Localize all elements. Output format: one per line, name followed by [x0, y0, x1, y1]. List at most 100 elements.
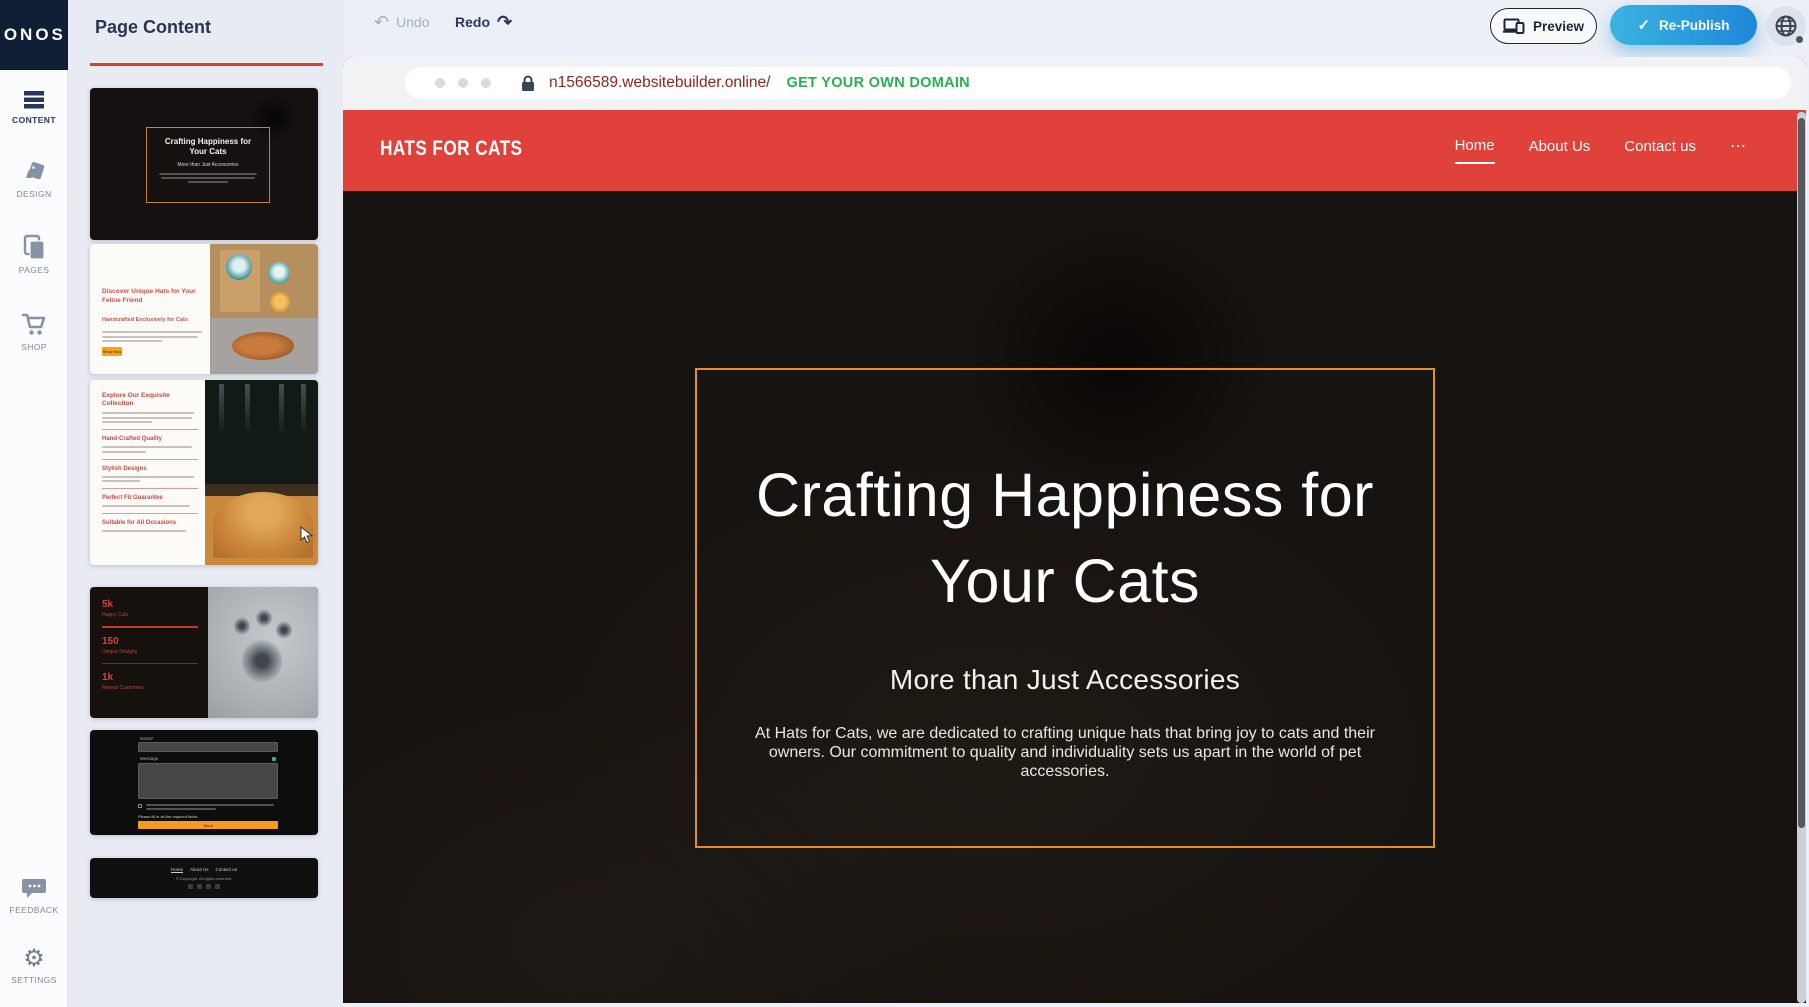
- ionos-logo-text: IONOS: [0, 25, 66, 45]
- thumb-collection-text: Explore Our Exquisite Collection Hand-Cr…: [102, 392, 198, 532]
- sidebar-item-label: SHOP: [21, 342, 47, 352]
- sidebar-item-pages[interactable]: PAGES: [0, 234, 68, 275]
- sidebar-item-content[interactable]: CONTENT: [0, 90, 68, 125]
- sidebar-item-label: DESIGN: [17, 189, 52, 199]
- site-url: n1566589.websitebuilder.online/: [549, 74, 770, 92]
- thumb-collection-item: Hand-Crafted Quality: [102, 436, 198, 442]
- left-rail: IONOS CONTENT DESIGN PAGES: [0, 0, 68, 1007]
- content-icon: [23, 90, 45, 110]
- design-icon: [22, 160, 46, 184]
- nav-more-icon[interactable]: ⋯: [1730, 136, 1746, 164]
- browser-chrome-bar: n1566589.websitebuilder.online/ GET YOUR…: [343, 57, 1806, 110]
- hero-text-block-selected[interactable]: Crafting Happiness for Your Cats More th…: [695, 368, 1435, 848]
- page-content-panel: Page Content Crafting Happiness for Your…: [68, 0, 343, 1007]
- thumb-form-consent-checkbox: [138, 804, 142, 808]
- nav-item-home[interactable]: Home: [1455, 137, 1495, 164]
- section-thumbnail-hero[interactable]: Crafting Happiness for Your Cats More th…: [90, 88, 318, 240]
- thumb-hero-title: Crafting Happiness for Your Cats: [156, 137, 260, 157]
- thumb-discover-text: Discover Unique Hats for Your Feline Fri…: [102, 288, 206, 342]
- thumb-collection-item: Suitable for All Occasions: [102, 520, 198, 526]
- stat-value: 1k: [102, 672, 198, 683]
- thumb-form-name-input: [138, 742, 278, 752]
- site-hero-section: Crafting Happiness for Your Cats More th…: [343, 191, 1806, 1003]
- sidebar-item-label: PAGES: [19, 265, 50, 275]
- sidebar-item-label: FEEDBACK: [9, 905, 58, 915]
- check-icon: ✓: [1637, 16, 1650, 34]
- globe-button[interactable]: [1766, 6, 1806, 46]
- panel-title: Page Content: [95, 17, 211, 38]
- lock-icon: [521, 75, 535, 92]
- site-logo[interactable]: HATS FOR CATS: [380, 137, 522, 161]
- thumb-discover-body-placeholder: [102, 331, 206, 342]
- thumb-form-send-button: Send: [138, 821, 278, 829]
- thumb-form-hint-icon: [272, 757, 276, 761]
- thumb-collection-item: Stylish Designs: [102, 466, 198, 472]
- devices-icon: [1503, 18, 1525, 34]
- stat-value: 150: [102, 636, 198, 647]
- redo-button[interactable]: Redo ↷: [455, 14, 512, 30]
- thumb-collection-heading: Explore Our Exquisite Collection: [102, 392, 198, 408]
- preview-scrollbar: [1797, 112, 1806, 1003]
- sidebar-item-label: SETTINGS: [11, 975, 57, 985]
- republish-button[interactable]: ✓ Re-Publish: [1610, 5, 1757, 45]
- pages-icon: [22, 234, 46, 260]
- hero-subtitle: More than Just Accessories: [890, 664, 1240, 696]
- stat-label: Repeat Customers: [102, 685, 198, 691]
- site-preview-window: n1566589.websitebuilder.online/ GET YOUR…: [343, 57, 1806, 1003]
- thumb-discover-heading: Discover Unique Hats for Your Feline Fri…: [102, 288, 206, 305]
- thumb-hero-selection-box: Crafting Happiness for Your Cats More th…: [146, 127, 270, 203]
- site-header: HATS FOR CATS Home About Us Contact us ⋯: [343, 110, 1806, 191]
- preview-button[interactable]: Preview: [1490, 8, 1597, 44]
- undo-button[interactable]: ↶ Undo: [374, 14, 430, 30]
- thumb-form-message-label: Message: [140, 756, 158, 761]
- thumb-cat-fur-image: [205, 380, 318, 565]
- section-thumbnail-contact-form[interactable]: Name* Message Please fill in all the req…: [90, 730, 318, 835]
- thumb-stats-text: 5k Happy Cats 150 Unique Designs 1k Repe…: [102, 599, 198, 691]
- sidebar-item-shop[interactable]: SHOP: [0, 313, 68, 352]
- section-thumbnail-discover[interactable]: Discover Unique Hats for Your Feline Fri…: [90, 244, 318, 374]
- website-builder-app: IONOS CONTENT DESIGN PAGES: [0, 0, 1809, 1007]
- sidebar-item-feedback[interactable]: FEEDBACK: [0, 876, 68, 915]
- redo-label: Redo: [455, 14, 490, 30]
- url-bar[interactable]: n1566589.websitebuilder.online/ GET YOUR…: [405, 67, 1791, 99]
- globe-status-dot: [1796, 36, 1803, 43]
- thumb-form-message-textarea: [138, 763, 278, 799]
- sidebar-item-settings[interactable]: ⚙ SETTINGS: [0, 948, 68, 985]
- stat-label: Happy Cats: [102, 612, 198, 618]
- section-thumbnail-footer[interactable]: Home About Us Contact us © Copyright. Al…: [90, 858, 318, 898]
- thumb-footer-links: Home About Us Contact us: [90, 867, 318, 873]
- sidebar-item-label: CONTENT: [12, 115, 56, 125]
- republish-label: Re-Publish: [1659, 18, 1730, 33]
- stat-value: 5k: [102, 599, 198, 610]
- ionos-logo[interactable]: IONOS: [0, 0, 68, 70]
- globe-icon: [1774, 14, 1798, 38]
- undo-icon: ↶: [374, 15, 389, 29]
- section-thumbnail-stats[interactable]: 5k Happy Cats 150 Unique Designs 1k Repe…: [90, 587, 318, 718]
- undo-label: Undo: [396, 14, 429, 30]
- thumb-shop-now-button: Shop Now: [102, 347, 122, 356]
- panel-active-underline: [90, 63, 323, 66]
- redo-icon: ↷: [497, 15, 512, 29]
- preview-label: Preview: [1533, 19, 1584, 34]
- stat-label: Unique Designs: [102, 649, 198, 655]
- thumb-form-required-note: Please fill in all the required fields: [138, 814, 197, 819]
- thumb-paw-print-image: [208, 587, 318, 718]
- shop-icon: [21, 313, 47, 337]
- section-thumbnail-collection[interactable]: Explore Our Exquisite Collection Hand-Cr…: [90, 380, 318, 565]
- sidebar-item-design[interactable]: DESIGN: [0, 160, 68, 199]
- hero-body-text: At Hats for Cats, we are dedicated to cr…: [735, 724, 1395, 781]
- gear-icon: ⚙: [23, 948, 45, 970]
- nav-item-about-us[interactable]: About Us: [1529, 138, 1591, 163]
- get-your-own-domain-link[interactable]: GET YOUR OWN DOMAIN: [786, 75, 969, 91]
- thumb-footer-copyright: © Copyright. All rights reserved.: [90, 876, 318, 881]
- thumb-form-name-label: Name*: [140, 736, 154, 741]
- site-nav: Home About Us Contact us ⋯: [1455, 136, 1746, 164]
- thumb-hero-subtitle: More than Just Accessories: [177, 162, 238, 168]
- thumb-collection-item: Perfect Fit Guarantee: [102, 495, 198, 501]
- nav-item-contact-us[interactable]: Contact us: [1624, 138, 1696, 163]
- thumb-street-cat-image: [210, 244, 318, 374]
- feedback-icon: [21, 876, 47, 900]
- hero-title: Crafting Happiness for Your Cats: [715, 452, 1415, 624]
- browser-dots-icon: [435, 78, 491, 88]
- preview-scrollbar-thumb[interactable]: [1798, 118, 1805, 828]
